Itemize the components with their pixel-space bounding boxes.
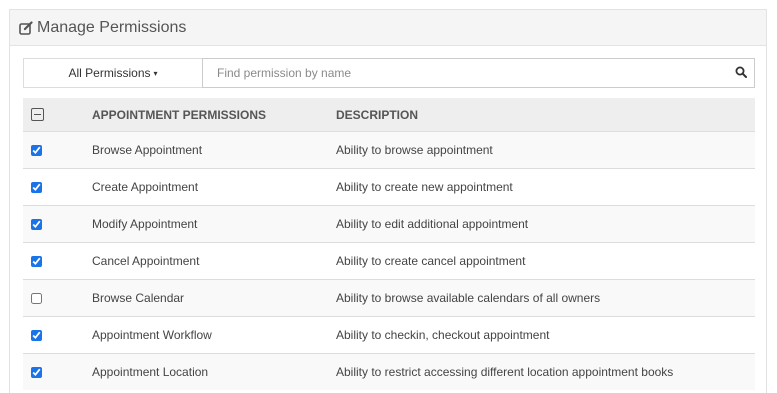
table-header-row: APPOINTMENT PERMISSIONS DESCRIPTION [23,98,755,132]
permission-description: Ability to edit additional appointment [336,205,755,243]
search-input[interactable] [202,58,727,88]
row-checkbox-cell [23,353,92,390]
permission-description: Ability to create new appointment [336,168,755,206]
search-row: All Permissions ▾ [23,58,755,88]
permission-checkbox[interactable] [31,329,42,341]
permission-filter-dropdown[interactable]: All Permissions ▾ [23,58,202,88]
select-all-checkbox[interactable] [31,108,44,121]
filter-label: All Permissions [68,66,151,80]
row-checkbox-cell [23,168,92,206]
permission-name: Browse Calendar [92,279,336,317]
permission-name: Browse Appointment [92,131,336,169]
permission-description: Ability to browse appointment [336,131,755,169]
permission-name: Cancel Appointment [92,242,336,280]
permission-description: Ability to restrict accessing different … [336,353,755,390]
column-header-name: APPOINTMENT PERMISSIONS [92,98,336,132]
table-row: Browse Appointment Ability to browse appo… [23,131,755,169]
panel-header: Manage Permissions [10,10,766,46]
search-icon [735,66,747,81]
select-all-cell [23,98,92,132]
column-header-description: DESCRIPTION [336,98,755,132]
caret-down-icon: ▾ [153,68,158,78]
row-checkbox-cell [23,316,92,354]
permission-checkbox[interactable] [31,292,42,304]
table-row: Appointment Workflow Ability to checkin, … [23,316,755,354]
table-row: Cancel Appointment Ability to create canc… [23,242,755,280]
manage-permissions-panel: Manage Permissions All Permissions ▾ APP… [9,9,767,393]
permission-checkbox[interactable] [31,366,42,378]
table-row: Modify Appointment Ability to edit additi… [23,205,755,243]
permission-name: Appointment Location [92,353,336,390]
permission-name: Create Appointment [92,168,336,206]
permission-name: Modify Appointment [92,205,336,243]
table-row: Create Appointment Ability to create new … [23,168,755,206]
permission-description: Ability to browse available calendars of… [336,279,755,317]
permission-name: Appointment Workflow [92,316,336,354]
row-checkbox-cell [23,205,92,243]
permission-description: Ability to create cancel appointment [336,242,755,280]
permissions-table: APPOINTMENT PERMISSIONS DESCRIPTION Brow… [23,98,755,390]
table-row: Browse Calendar Ability to browse availab… [23,279,755,317]
permission-checkbox[interactable] [31,255,42,267]
permission-description: Ability to checkin, checkout appointment [336,316,755,354]
row-checkbox-cell [23,131,92,169]
table-row: Appointment Location Ability to restrict … [23,353,755,390]
permission-checkbox[interactable] [31,181,42,193]
panel-title: Manage Permissions [37,18,187,36]
row-checkbox-cell [23,242,92,280]
edit-icon [19,20,33,35]
search-button[interactable] [727,58,755,88]
permission-checkbox[interactable] [31,218,42,230]
permission-checkbox[interactable] [31,144,42,156]
row-checkbox-cell [23,279,92,317]
